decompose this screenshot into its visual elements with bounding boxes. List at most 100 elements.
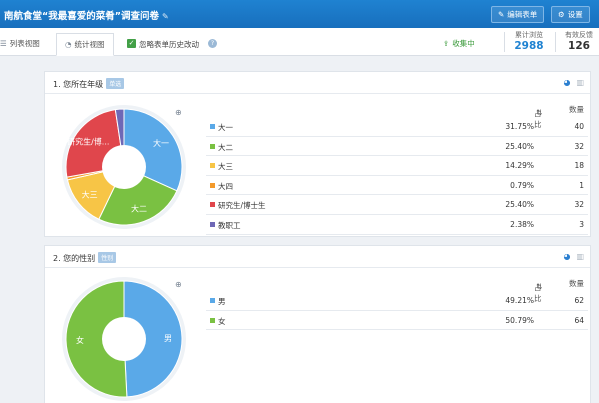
legend-swatch	[210, 182, 215, 188]
sort-icon: ⇅	[536, 108, 543, 117]
question-title-text: 1. 您所在年级	[53, 80, 104, 89]
gear-icon: ⚙	[558, 10, 565, 19]
table-row: 教职工 2.38% 3	[206, 215, 588, 235]
count-header[interactable]: 数量	[569, 278, 584, 289]
valid-responses-label: 有效反馈	[565, 31, 593, 39]
top-bar: 南航食堂“我最喜爱的菜肴”调查问卷 ✎ ✎ 编辑表单 ⚙ 设置	[0, 0, 599, 28]
table-header: 占比 ⇅ 数量	[206, 100, 588, 129]
slice-label: 女	[76, 335, 84, 345]
legend-swatch	[210, 221, 215, 227]
edit-form-label: 编辑表单	[507, 10, 538, 19]
option-label: 教职工	[218, 220, 241, 230]
tab-list-view[interactable]: ☰ 列表视图	[0, 33, 40, 56]
divider	[555, 32, 556, 52]
collecting-status[interactable]: ⇪ 收集中	[443, 38, 475, 49]
pie-chart-icon: ◔	[65, 40, 72, 49]
gender-pie-chart: 男女	[62, 277, 186, 401]
valid-responses-stat: 有效反馈 126	[560, 30, 598, 52]
option-count: 32	[574, 200, 584, 210]
tab-list-label: 列表视图	[9, 39, 40, 48]
question-title: 2. 您的性别 性别	[53, 252, 117, 264]
option-percent: 2.38%	[510, 219, 534, 229]
legend-swatch	[210, 143, 215, 149]
option-label: 大三	[218, 162, 233, 172]
question-card: 2. 您的性别 性别 ◕ ▥ ⊕ 男女 占比 ⇅ 数量 男 49.21% 62 女 50.79…	[44, 245, 591, 403]
option-percent: 50.79%	[505, 315, 534, 325]
edit-form-button[interactable]: ✎ 编辑表单	[491, 6, 545, 23]
option-rows: 大一 31.75% 40 大二 25.40% 32 大三 14.29% 18 大四 0.79% 1 研究…	[206, 117, 588, 235]
total-views-value: 2988	[514, 40, 544, 52]
option-table: 占比 ⇅ 数量 男 49.21% 62 女 50.79% 64	[206, 274, 588, 331]
edit-title-icon[interactable]: ✎	[162, 12, 169, 21]
table-row: 大三 14.29% 18	[206, 156, 588, 176]
legend-swatch	[210, 317, 215, 323]
view-toolbar: ☰ 列表视图 ◔ 统计视图 ✓ 忽略表单历史改动 ? ⇪ 收集中 累计浏览 2988 …	[0, 28, 599, 56]
slice-label: 研究生/博...	[67, 136, 109, 146]
bar-chart-icon[interactable]: ▥	[576, 252, 584, 261]
count-header[interactable]: 数量	[569, 104, 584, 115]
question-header: 2. 您的性别 性别 ◕ ▥	[45, 246, 590, 268]
pie-chart-icon[interactable]: ◕	[563, 252, 570, 261]
option-percent: 25.40%	[505, 200, 534, 210]
question-icon[interactable]: ?	[208, 39, 217, 48]
legend-swatch	[210, 124, 215, 129]
question-type-badge: 性别	[98, 252, 117, 263]
slice-label: 男	[164, 334, 172, 343]
survey-title: 南航食堂“我最喜爱的菜肴”调查问卷 ✎	[4, 8, 169, 22]
option-label: 男	[218, 297, 226, 306]
ignore-history-checkbox[interactable]: ✓	[127, 39, 136, 48]
question-title: 1. 您所在年级 单选	[53, 78, 125, 90]
option-percent: 31.75%	[505, 122, 534, 131]
legend-swatch	[210, 298, 215, 303]
tab-stats-view[interactable]: ◔ 统计视图	[56, 33, 114, 56]
option-count: 64	[574, 315, 584, 325]
option-percent: 14.29%	[505, 161, 534, 171]
valid-responses-value: 126	[568, 40, 590, 52]
option-count: 62	[574, 296, 584, 305]
table-row: 男 49.21% 62	[206, 291, 588, 311]
legend-swatch	[210, 202, 215, 208]
bar-chart-icon[interactable]: ▥	[576, 78, 584, 87]
collecting-label: 收集中	[452, 39, 475, 48]
slice-label: 大二	[131, 203, 147, 213]
table-header: 占比 ⇅ 数量	[206, 274, 588, 303]
option-percent: 25.40%	[505, 141, 534, 151]
question-header: 1. 您所在年级 单选 ◕ ▥	[45, 72, 590, 94]
option-label: 研究生/博士生	[218, 201, 266, 211]
question-card: 1. 您所在年级 单选 ◕ ▥ ⊕ 大一 大二 大三 研究生/博... 占比 ⇅ 数量 大一…	[44, 71, 591, 237]
table-row: 大四 0.79% 1	[206, 176, 588, 196]
table-row: 大一 31.75% 40	[206, 117, 588, 137]
edit-icon: ✎	[498, 10, 505, 19]
pie-chart-icon[interactable]: ◕	[563, 78, 570, 87]
legend-swatch	[210, 163, 215, 169]
table-row: 女 50.79% 64	[206, 311, 588, 331]
collect-icon: ⇪	[443, 39, 450, 48]
donut-hole	[102, 145, 146, 189]
settings-button[interactable]: ⚙ 设置	[551, 6, 590, 23]
survey-title-text: 南航食堂“我最喜爱的菜肴”调查问卷	[4, 11, 159, 22]
donut-hole	[102, 317, 146, 361]
option-percent: 0.79%	[510, 180, 534, 190]
grade-pie-chart: 大一大二 大三 研究生/博...	[62, 105, 186, 229]
option-label: 大二	[218, 142, 233, 152]
settings-label: 设置	[567, 10, 583, 19]
slice-label: 大一	[153, 138, 169, 148]
option-count: 32	[574, 141, 584, 151]
option-percent: 49.21%	[505, 296, 534, 305]
slice-label: 大三	[82, 189, 98, 199]
chart-type-toggle: ◕ ▥	[563, 78, 584, 87]
chart-type-toggle: ◕ ▥	[563, 252, 584, 261]
tab-stats-label: 统计视图	[74, 40, 105, 49]
option-label: 女	[218, 316, 226, 326]
ignore-history-label: 忽略表单历史改动	[139, 40, 199, 49]
option-label: 大四	[218, 181, 233, 191]
total-views-stat: 累计浏览 2988	[508, 30, 550, 52]
option-count: 1	[579, 180, 584, 190]
total-views-label: 累计浏览	[515, 31, 543, 39]
option-rows: 男 49.21% 62 女 50.79% 64	[206, 291, 588, 331]
question-type-badge: 单选	[106, 78, 125, 89]
table-row: 大二 25.40% 32	[206, 137, 588, 157]
sort-icon: ⇅	[536, 282, 543, 291]
divider	[504, 32, 505, 52]
list-icon: ☰	[0, 39, 7, 48]
